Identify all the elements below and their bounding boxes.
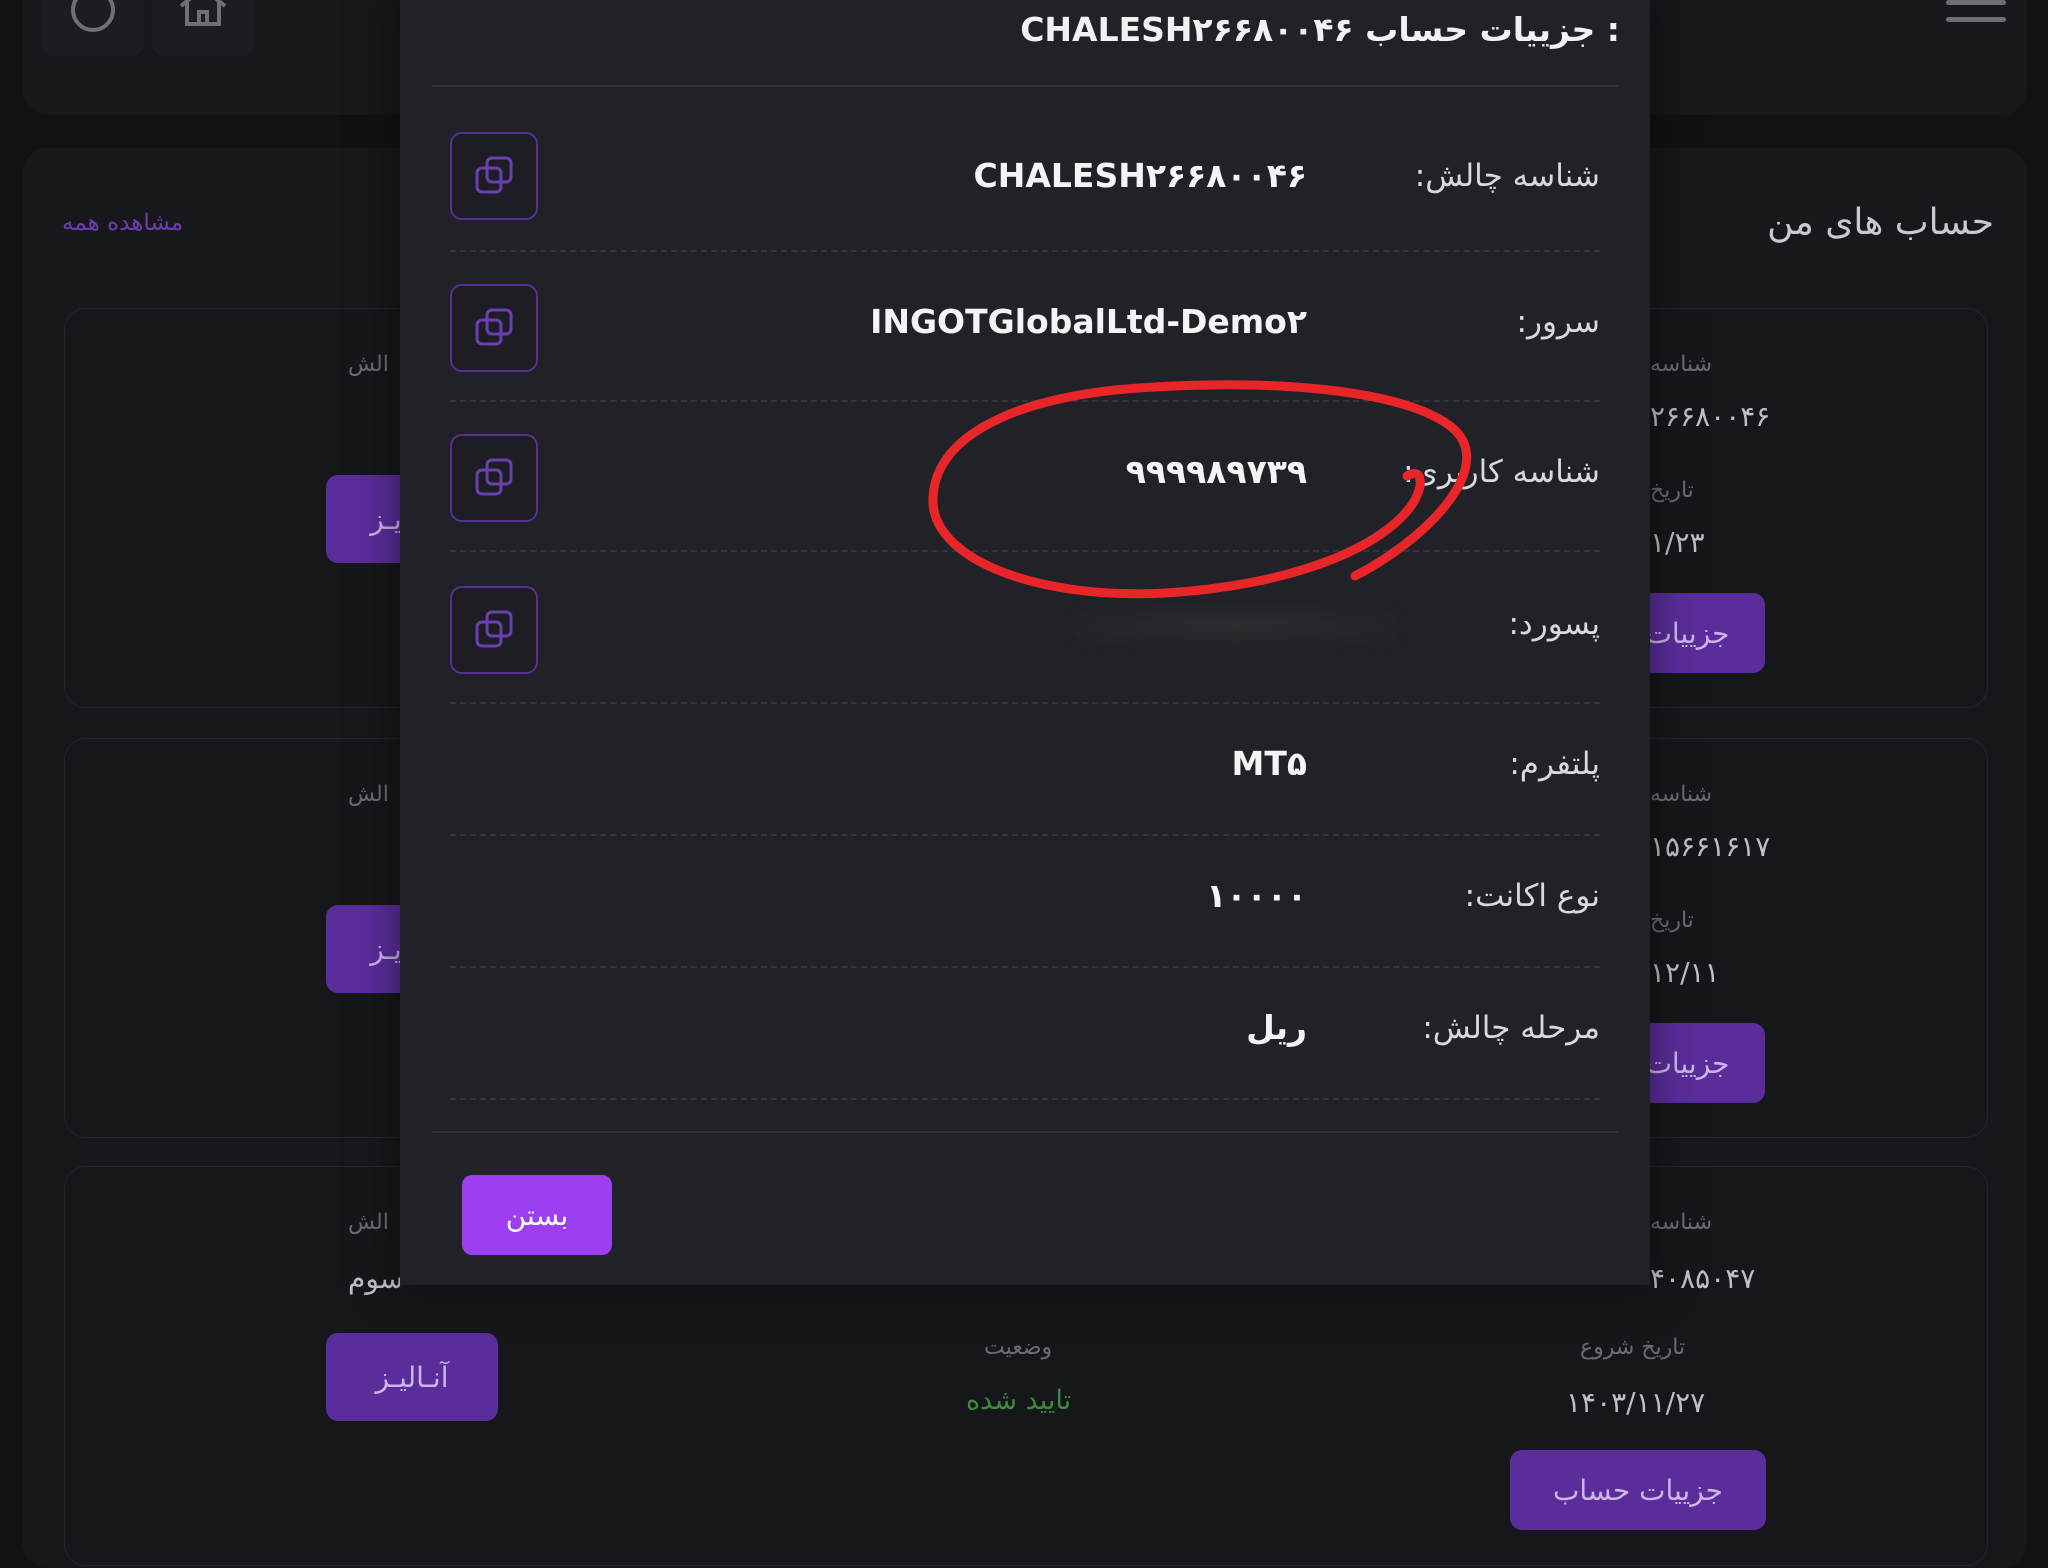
challenge-id-value: ۲۶۶۸۰۰۴۶: [1650, 400, 1771, 433]
modal-header-divider: [432, 85, 1618, 87]
home-icon-button[interactable]: [152, 0, 254, 56]
challenge-id-value: ۱۵۶۶۱۶۱۷: [1650, 830, 1771, 863]
date-value: ۱۲/۱۱: [1650, 956, 1720, 989]
date-value: ۱/۲۳: [1650, 526, 1705, 559]
account-type-value: ۱۰۰۰۰: [1206, 876, 1307, 915]
clock-icon: [71, 0, 115, 32]
date-label: تاریخ: [1650, 478, 1694, 503]
detail-row-challenge-id: شناسه چالش: CHALESH۲۶۶۸۰۰۴۶: [450, 118, 1600, 252]
challenge-phase-value: سوم: [348, 1262, 404, 1295]
copy-icon: [475, 458, 513, 496]
account-type-label: نوع اکانت:: [1464, 878, 1600, 914]
server-value: INGOTGlobalLtd-Demo۲: [870, 302, 1307, 341]
copy-button[interactable]: [450, 434, 538, 522]
challenge-label: الش: [348, 1210, 389, 1235]
copy-button[interactable]: [450, 586, 538, 674]
detail-row-account-type: نوع اکانت: ۱۰۰۰۰: [450, 834, 1600, 968]
hamburger-menu-icon[interactable]: [1946, 0, 2006, 30]
modal-title: CHALESH۲۶۶۸۰۰۴۶ جزییات حساب :: [1020, 10, 1620, 49]
challenge-id-label: شناسه: [1650, 1210, 1713, 1235]
detail-row-platform: پلتفرم: MT۵: [450, 702, 1600, 836]
copy-icon: [475, 156, 513, 194]
account-details-button[interactable]: جزییات حساب: [1510, 1450, 1766, 1530]
challenge-label: الش: [348, 782, 389, 807]
red-circle-annotation: [928, 380, 1472, 599]
home-icon: [179, 0, 227, 26]
view-all-link[interactable]: مشاهده همه: [62, 210, 183, 236]
start-date-label: تاریخ شروع: [1580, 1335, 1686, 1360]
challenge-id-label: شناسه: [1650, 352, 1713, 377]
copy-button[interactable]: [450, 132, 538, 220]
close-button[interactable]: بستن: [462, 1175, 612, 1255]
panel-title: حساب های من: [1767, 202, 1994, 243]
modal-footer-divider: [432, 1131, 1618, 1133]
detail-row-challenge-phase: مرحله چالش: ریل: [450, 966, 1600, 1100]
status-label: وضعیت: [984, 1335, 1053, 1360]
password-label: پسورد:: [1508, 606, 1600, 642]
modal-title-label: جزییات حساب :: [1365, 10, 1620, 49]
copy-button[interactable]: [450, 284, 538, 372]
modal-title-id: CHALESH۲۶۶۸۰۰۴۶: [1020, 10, 1354, 49]
platform-label: پلتفرم:: [1509, 746, 1600, 782]
clock-icon-button[interactable]: [42, 0, 144, 56]
copy-icon: [475, 308, 513, 346]
analyze-button[interactable]: آنـالیـز: [326, 1333, 498, 1421]
start-date-value: ۱۴۰۳/۱۱/۲۷: [1566, 1386, 1706, 1419]
challenge-id-label: شناسه: [1650, 782, 1713, 807]
date-label: تاریخ: [1650, 908, 1694, 933]
challenge-id-label: شناسه چالش:: [1414, 158, 1600, 194]
platform-value: MT۵: [1231, 744, 1308, 783]
challenge-id-value: CHALESH۲۶۶۸۰۰۴۶: [973, 156, 1307, 195]
copy-icon: [475, 610, 513, 648]
challenge-phase-label: مرحله چالش:: [1422, 1010, 1600, 1046]
challenge-label: الش: [348, 352, 389, 377]
challenge-id-value: ۴۰۸۵۰۴۷: [1650, 1262, 1756, 1295]
challenge-phase-value: ریل: [1246, 1008, 1307, 1047]
server-label: سرور:: [1516, 304, 1600, 340]
account-details-modal: CHALESH۲۶۶۸۰۰۴۶ جزییات حساب : شناسه چالش…: [400, 0, 1650, 1285]
status-value: تایید شده: [966, 1385, 1072, 1416]
